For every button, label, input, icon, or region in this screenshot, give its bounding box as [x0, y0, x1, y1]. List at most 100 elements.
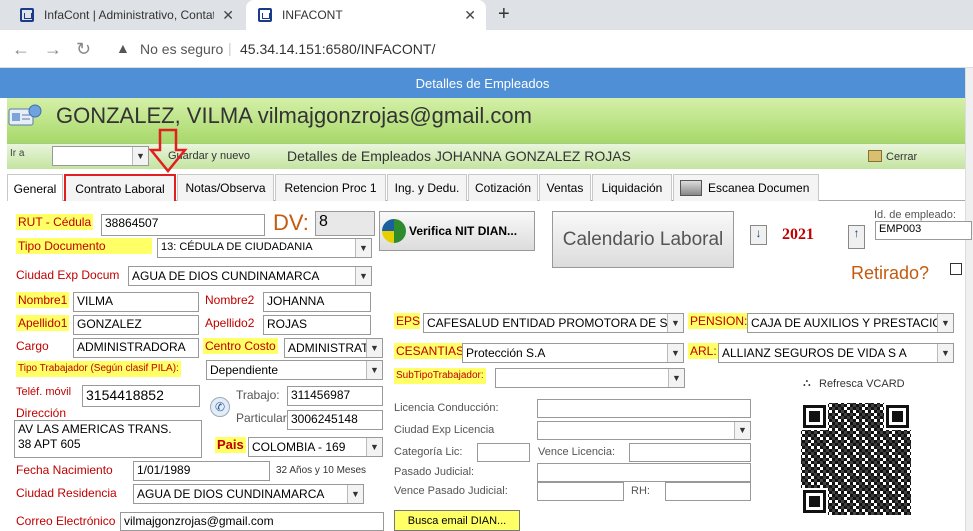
correo-input[interactable]: vilmajgonzrojas@gmail.com: [120, 512, 384, 531]
subtipo-trabajador-select[interactable]: ▼: [495, 368, 685, 388]
year-up-button[interactable]: ↑: [848, 225, 865, 249]
eps-select[interactable]: CAFESALUD ENTIDAD PROMOTORA DE S ▼: [423, 313, 684, 333]
close-tab-icon[interactable]: ✕: [464, 7, 476, 24]
vence-pasado-judicial-input[interactable]: [537, 482, 624, 501]
nombre2-label: Nombre2: [205, 293, 255, 307]
warning-icon[interactable]: ▲: [116, 40, 130, 56]
tab-label: General: [13, 181, 57, 196]
goto-select[interactable]: ▼: [52, 146, 149, 166]
refresca-vcard-button[interactable]: Refresca VCARD: [819, 378, 905, 390]
security-status[interactable]: No es seguro: [140, 41, 223, 57]
arl-select[interactable]: ALLIANZ SEGUROS DE VIDA S A ▼: [718, 343, 954, 363]
busca-email-label: Busca email DIAN...: [407, 514, 507, 527]
chevron-down-icon: ▼: [366, 438, 382, 456]
browser-tab-infacont[interactable]: INFACONT ✕: [246, 0, 486, 30]
tab-contrato-laboral[interactable]: Contrato Laboral: [64, 174, 176, 203]
forward-icon[interactable]: →: [44, 39, 62, 60]
tab-escanea-documento[interactable]: Escanea Documen: [673, 174, 819, 201]
close-form-icon[interactable]: [868, 150, 882, 162]
apellido2-label: Apellido2: [205, 316, 255, 330]
categoria-licencia-input[interactable]: [477, 443, 530, 462]
chevron-down-icon: ▼: [667, 314, 683, 332]
dv-input[interactable]: 8: [315, 211, 375, 236]
tab-notas-observa[interactable]: Notas/Observa: [177, 174, 274, 201]
ciudad-residencia-label: Ciudad Residencia: [16, 486, 117, 500]
apellido2-input[interactable]: ROJAS: [263, 315, 371, 335]
calendar-button-label: Calendario Laboral: [562, 228, 724, 250]
ciudad-licencia-select[interactable]: ▼: [537, 421, 751, 440]
licencia-input[interactable]: [537, 399, 751, 418]
tab-retencion[interactable]: Retencion Proc 1: [275, 174, 386, 201]
year-down-button[interactable]: ↓: [750, 225, 767, 245]
apellido1-label: Apellido1: [16, 315, 70, 331]
url-text[interactable]: 45.34.14.151:6580/INFACONT/: [240, 41, 435, 57]
back-icon[interactable]: ←: [12, 39, 30, 60]
browser-tab-label: InfaCont | Administrativo, Contat: [44, 8, 214, 22]
refresh-vcard-icon[interactable]: ⛬: [803, 377, 811, 390]
dv-label: DV:: [273, 210, 309, 235]
chevron-down-icon: ▼: [668, 369, 684, 387]
ciudad-exp-select[interactable]: AGUA DE DIOS CUNDINAMARCA ▼: [128, 266, 372, 286]
direccion-input[interactable]: AV LAS AMERICAS TRANS. 38 APT 605: [14, 420, 202, 458]
centro-costo-select[interactable]: ADMINISTRAT ▼: [284, 338, 383, 358]
cesantias-select[interactable]: Protección S.A ▼: [462, 343, 684, 363]
url-separator: |: [228, 40, 232, 56]
retired-checkbox[interactable]: [950, 263, 962, 275]
tipo-documento-value: 13: CÉDULA DE CIUDADANIA: [161, 241, 313, 253]
scanner-icon: [680, 180, 702, 196]
tab-general[interactable]: General: [7, 174, 63, 202]
direccion-line-2: 38 APT 605: [18, 437, 81, 451]
busca-email-dian-button[interactable]: Busca email DIAN...: [394, 510, 520, 531]
telefono-input[interactable]: 3154418852: [82, 385, 200, 407]
tipo-documento-select[interactable]: 13: CÉDULA DE CIUDADANIA ▼: [157, 238, 372, 258]
fecha-nacimiento-input[interactable]: 1/01/1989: [133, 461, 270, 481]
rut-label: RUT - Cédula: [16, 214, 94, 230]
chevron-down-icon: ▼: [347, 485, 363, 503]
tab-ingresos-deducciones[interactable]: Ing. y Dedu.: [387, 174, 467, 201]
close-form-button[interactable]: Cerrar: [886, 151, 917, 163]
goto-label: Ir a: [10, 148, 25, 159]
new-tab-button[interactable]: +: [498, 3, 510, 26]
pasado-judicial-input[interactable]: [537, 463, 751, 482]
tab-ventas[interactable]: Ventas: [539, 174, 591, 201]
calendar-button[interactable]: Calendario Laboral: [552, 211, 734, 268]
tab-liquidacion[interactable]: Liquidación: [592, 174, 672, 201]
particular-label: Particular:: [236, 411, 291, 425]
particular-input[interactable]: 3006245148: [287, 410, 383, 430]
nombre2-input[interactable]: JOHANNA: [263, 292, 371, 312]
pais-select[interactable]: COLOMBIA - 169 ▼: [248, 437, 383, 457]
pension-select[interactable]: CAJA DE AUXILIOS Y PRESTACIO ▼: [747, 313, 954, 333]
browser-tab-infacont-admin[interactable]: InfaCont | Administrativo, Contat ✕: [8, 0, 244, 30]
chevron-down-icon: ▼: [366, 361, 382, 379]
trabajo-input[interactable]: 311456987: [287, 386, 383, 406]
employee-header-title: GONZALEZ, VILMA vilmajgonzrojas@gmail.co…: [56, 103, 532, 128]
tipo-trabajador-select[interactable]: Dependiente ▼: [206, 360, 383, 380]
tab-label: Ventas: [546, 181, 584, 195]
subtipo-trabajador-label: SubTipoTrabajador:: [394, 368, 486, 384]
annotation-arrow-icon: [148, 128, 188, 173]
ciudad-licencia-label: Ciudad Exp Licencia: [394, 424, 495, 436]
direccion-line-1: AV LAS AMERICAS TRANS.: [18, 422, 172, 436]
ciudad-exp-label: Ciudad Exp Docum: [16, 268, 120, 282]
fecha-nacimiento-label: Fecha Nacimiento: [16, 463, 113, 477]
tipo-trabajador-label: Tipo Trabajador (Según clasif PILA):: [16, 361, 181, 377]
close-tab-icon[interactable]: ✕: [222, 7, 234, 24]
verify-nit-button[interactable]: Verifica NIT DIAN...: [379, 211, 535, 251]
categoria-licencia-label: Categoría Lic:: [394, 446, 463, 458]
tab-cotizacion[interactable]: Cotización: [468, 174, 538, 201]
telefono-label: Teléf. móvil: [16, 386, 72, 398]
vence-licencia-input[interactable]: [629, 443, 751, 462]
nombre1-input[interactable]: VILMA: [73, 292, 199, 312]
verify-nit-label: Verifica NIT DIAN...: [409, 224, 518, 238]
rut-input[interactable]: 38864507: [101, 214, 265, 236]
employee-id-input[interactable]: EMP003: [875, 221, 972, 240]
cargo-input[interactable]: ADMINISTRADORA: [73, 338, 199, 358]
vertical-scrollbar[interactable]: [965, 68, 973, 531]
ciudad-residencia-value: AGUA DE DIOS CUNDINAMARCA: [137, 487, 325, 501]
browser-tab-bar: InfaCont | Administrativo, Contat ✕ INFA…: [0, 0, 973, 30]
tipo-documento-label: Tipo Documento: [16, 238, 152, 254]
apellido1-input[interactable]: GONZALEZ: [73, 315, 199, 335]
reload-icon[interactable]: ↻: [76, 39, 91, 60]
rh-input[interactable]: [665, 482, 751, 501]
ciudad-residencia-select[interactable]: AGUA DE DIOS CUNDINAMARCA ▼: [133, 484, 364, 504]
